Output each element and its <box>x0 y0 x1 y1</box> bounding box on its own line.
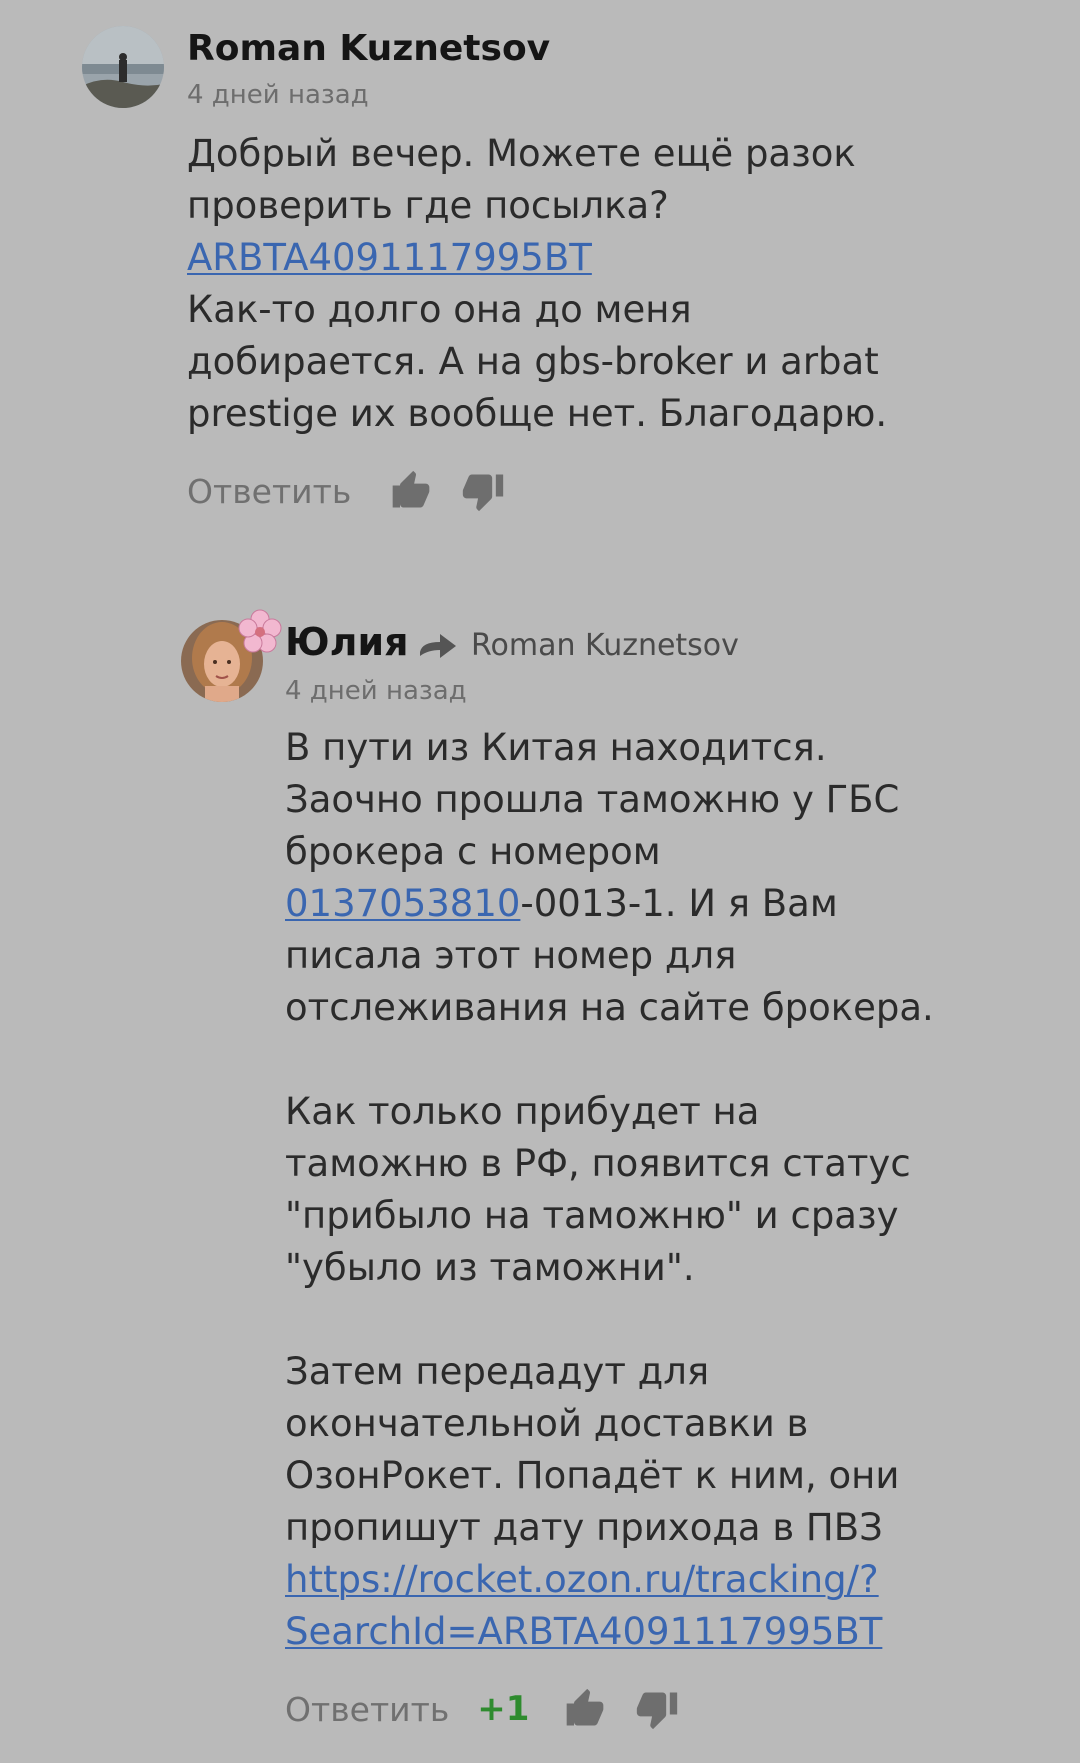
tracking-number-link[interactable]: ARBTA4091117995BT <box>187 236 592 279</box>
ozon-tracking-link[interactable]: https://rocket.ozon.ru/tracking/? <box>285 1558 879 1601</box>
text-line: prestige их вообще нет. Благодарю. <box>187 392 888 435</box>
comment-actions: Ответить +1 <box>285 1684 679 1734</box>
reply-arrow-icon <box>420 634 456 658</box>
comment-text: Добрый вечер. Можете ещё разок проверить… <box>187 128 1047 440</box>
text-line: Как только прибудет на <box>285 1090 760 1133</box>
text-line: отслеживания на сайте брокера. <box>285 986 934 1029</box>
reply-to-author[interactable]: Roman Kuznetsov <box>471 628 739 663</box>
text-line: 0137053810-0013-1. И я Вам <box>285 878 1065 930</box>
thumbs-up-icon <box>567 1688 604 1726</box>
text-line: добирается. А на gbs-broker и arbat <box>187 340 879 383</box>
avatar-roman[interactable] <box>82 26 164 108</box>
sakura-flower-icon <box>238 609 282 653</box>
text-line: пропишут дату прихода в ПВЗ <box>285 1506 883 1549</box>
text-line: проверить где посылка? <box>187 184 669 227</box>
text-line: Как-то долго она до меня <box>187 288 692 331</box>
comment-actions: Ответить <box>187 466 505 516</box>
avatar-photo-sea <box>82 26 164 108</box>
dislike-button[interactable] <box>635 1687 679 1731</box>
text-line: В пути из Китая находится. <box>285 726 827 769</box>
reply-button[interactable]: Ответить <box>285 1690 449 1729</box>
text-line: окончательной доставки в <box>285 1402 809 1445</box>
dislike-button[interactable] <box>461 469 505 513</box>
reply-button[interactable]: Ответить <box>187 472 351 511</box>
comment-text: В пути из Китая находится. Заочно прошла… <box>285 722 1065 1658</box>
author-name[interactable]: Roman Kuznetsov <box>187 28 550 69</box>
thumbs-down-icon <box>463 474 504 512</box>
text-line: брокера с номером <box>285 830 661 873</box>
author-name[interactable]: Юлия <box>285 620 408 664</box>
text-line: писала этот номер для <box>285 934 737 977</box>
comment-time: 4 дней назад <box>187 80 369 110</box>
text-line: "убыло из таможни". <box>285 1246 695 1289</box>
comment-time: 4 дней назад <box>285 676 467 706</box>
like-button[interactable] <box>563 1687 607 1731</box>
thumbs-down-icon <box>637 1692 678 1730</box>
text-fragment: -0013-1. И я Вам <box>520 882 838 925</box>
broker-number-link[interactable]: 0137053810 <box>285 882 520 925</box>
text-line: ОзонРокет. Попадёт к ним, они <box>285 1454 900 1497</box>
ozon-tracking-link-cont[interactable]: SearchId=ARBTA4091117995BT <box>285 1610 882 1653</box>
text-line: таможню в РФ, появится статус <box>285 1142 911 1185</box>
vote-score: +1 <box>477 1689 530 1729</box>
text-line: Заочно прошла таможню у ГБС <box>285 778 900 821</box>
text-line: Затем передадут для <box>285 1350 710 1393</box>
thumbs-up-icon <box>392 470 430 508</box>
like-button[interactable] <box>389 469 433 513</box>
text-line: Добрый вечер. Можете ещё разок <box>187 132 856 175</box>
text-line: "прибыло на таможню" и сразу <box>285 1194 899 1237</box>
